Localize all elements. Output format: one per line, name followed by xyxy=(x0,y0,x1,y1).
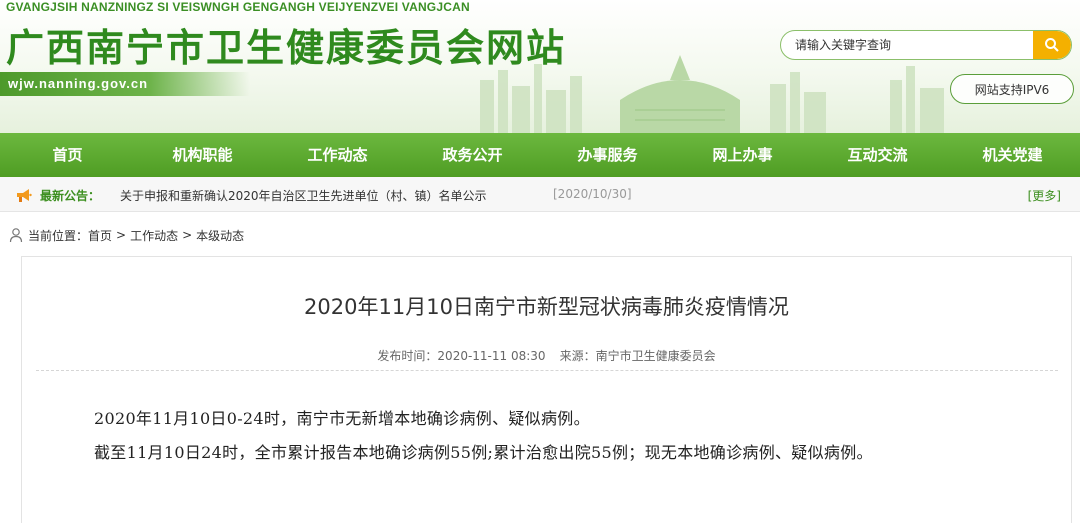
nav-item-gov-affairs[interactable]: 政务公开 xyxy=(405,133,540,177)
article-paragraph: 2020年11月10日0-24时，南宁市无新增本地确诊病例、疑似病例。 xyxy=(94,409,590,428)
article-panel: 2020年11月10日南宁市新型冠状病毒肺炎疫情情况 发布时间：2020-11-… xyxy=(21,256,1072,523)
breadcrumb-home[interactable]: 首页 xyxy=(88,227,112,244)
notice-bar: 最新公告： 关于申报和重新确认2020年自治区卫生先进单位（村、镇）名单公示 [… xyxy=(0,177,1080,212)
article-paragraph: 截至11月10日24时，全市累计报告本地确诊病例55例;累计治愈出院55例；现无… xyxy=(94,443,873,462)
nav-item-online-services[interactable]: 网上办事 xyxy=(675,133,810,177)
article-meta: 发布时间：2020-11-11 08:30 来源：南宁市卫生健康委员会 xyxy=(22,347,1071,364)
search-input[interactable] xyxy=(781,31,1033,59)
breadcrumb-separator: > xyxy=(116,228,127,242)
search-box xyxy=(780,30,1072,60)
article-source: 来源：南宁市卫生健康委员会 xyxy=(559,349,716,363)
notice-date: [2020/10/30] xyxy=(553,187,632,201)
ipv6-badge[interactable]: 网站支持IPV6 xyxy=(950,74,1074,104)
nav-item-home[interactable]: 首页 xyxy=(0,133,135,177)
notice-label: 最新公告： xyxy=(40,189,101,203)
article-title: 2020年11月10日南宁市新型冠状病毒肺炎疫情情况 xyxy=(304,295,789,319)
breadcrumb-local-news[interactable]: 本级动态 xyxy=(196,227,244,244)
publish-time: 发布时间：2020-11-11 08:30 xyxy=(377,349,546,363)
nav-item-party[interactable]: 机关党建 xyxy=(945,133,1080,177)
person-icon xyxy=(9,228,23,243)
megaphone-icon xyxy=(17,189,32,202)
breadcrumb: 当前位置： 首页 > 工作动态 > 本级动态 xyxy=(8,226,244,244)
article-body: 2020年11月10日0-24时，南宁市无新增本地确诊病例、疑似病例。 截至11… xyxy=(62,402,1022,470)
breadcrumb-separator: > xyxy=(182,228,193,242)
site-header: GVANGJSIH NANZNINGZ SI VEISWNGH GENGANGH… xyxy=(0,0,1080,133)
notice-more-link[interactable]: [更多] xyxy=(1028,187,1061,204)
nav-item-functions[interactable]: 机构职能 xyxy=(135,133,270,177)
breadcrumb-work-news[interactable]: 工作动态 xyxy=(130,227,178,244)
main-nav: 首页 机构职能 工作动态 政务公开 办事服务 网上办事 互动交流 机关党建 xyxy=(0,133,1080,177)
article-divider xyxy=(36,370,1058,371)
nav-item-work-news[interactable]: 工作动态 xyxy=(270,133,405,177)
site-domain: wjw.nanning.gov.cn xyxy=(8,76,149,91)
nav-item-interaction[interactable]: 互动交流 xyxy=(810,133,945,177)
breadcrumb-prefix: 当前位置： xyxy=(28,228,89,243)
nav-item-services[interactable]: 办事服务 xyxy=(540,133,675,177)
site-name-en: GVANGJSIH NANZNINGZ SI VEISWNGH GENGANGH… xyxy=(6,0,470,14)
magnifier-icon xyxy=(1045,38,1059,52)
notice-link[interactable]: 关于申报和重新确认2020年自治区卫生先进单位（村、镇）名单公示 xyxy=(120,187,487,204)
search-button[interactable] xyxy=(1033,31,1071,59)
